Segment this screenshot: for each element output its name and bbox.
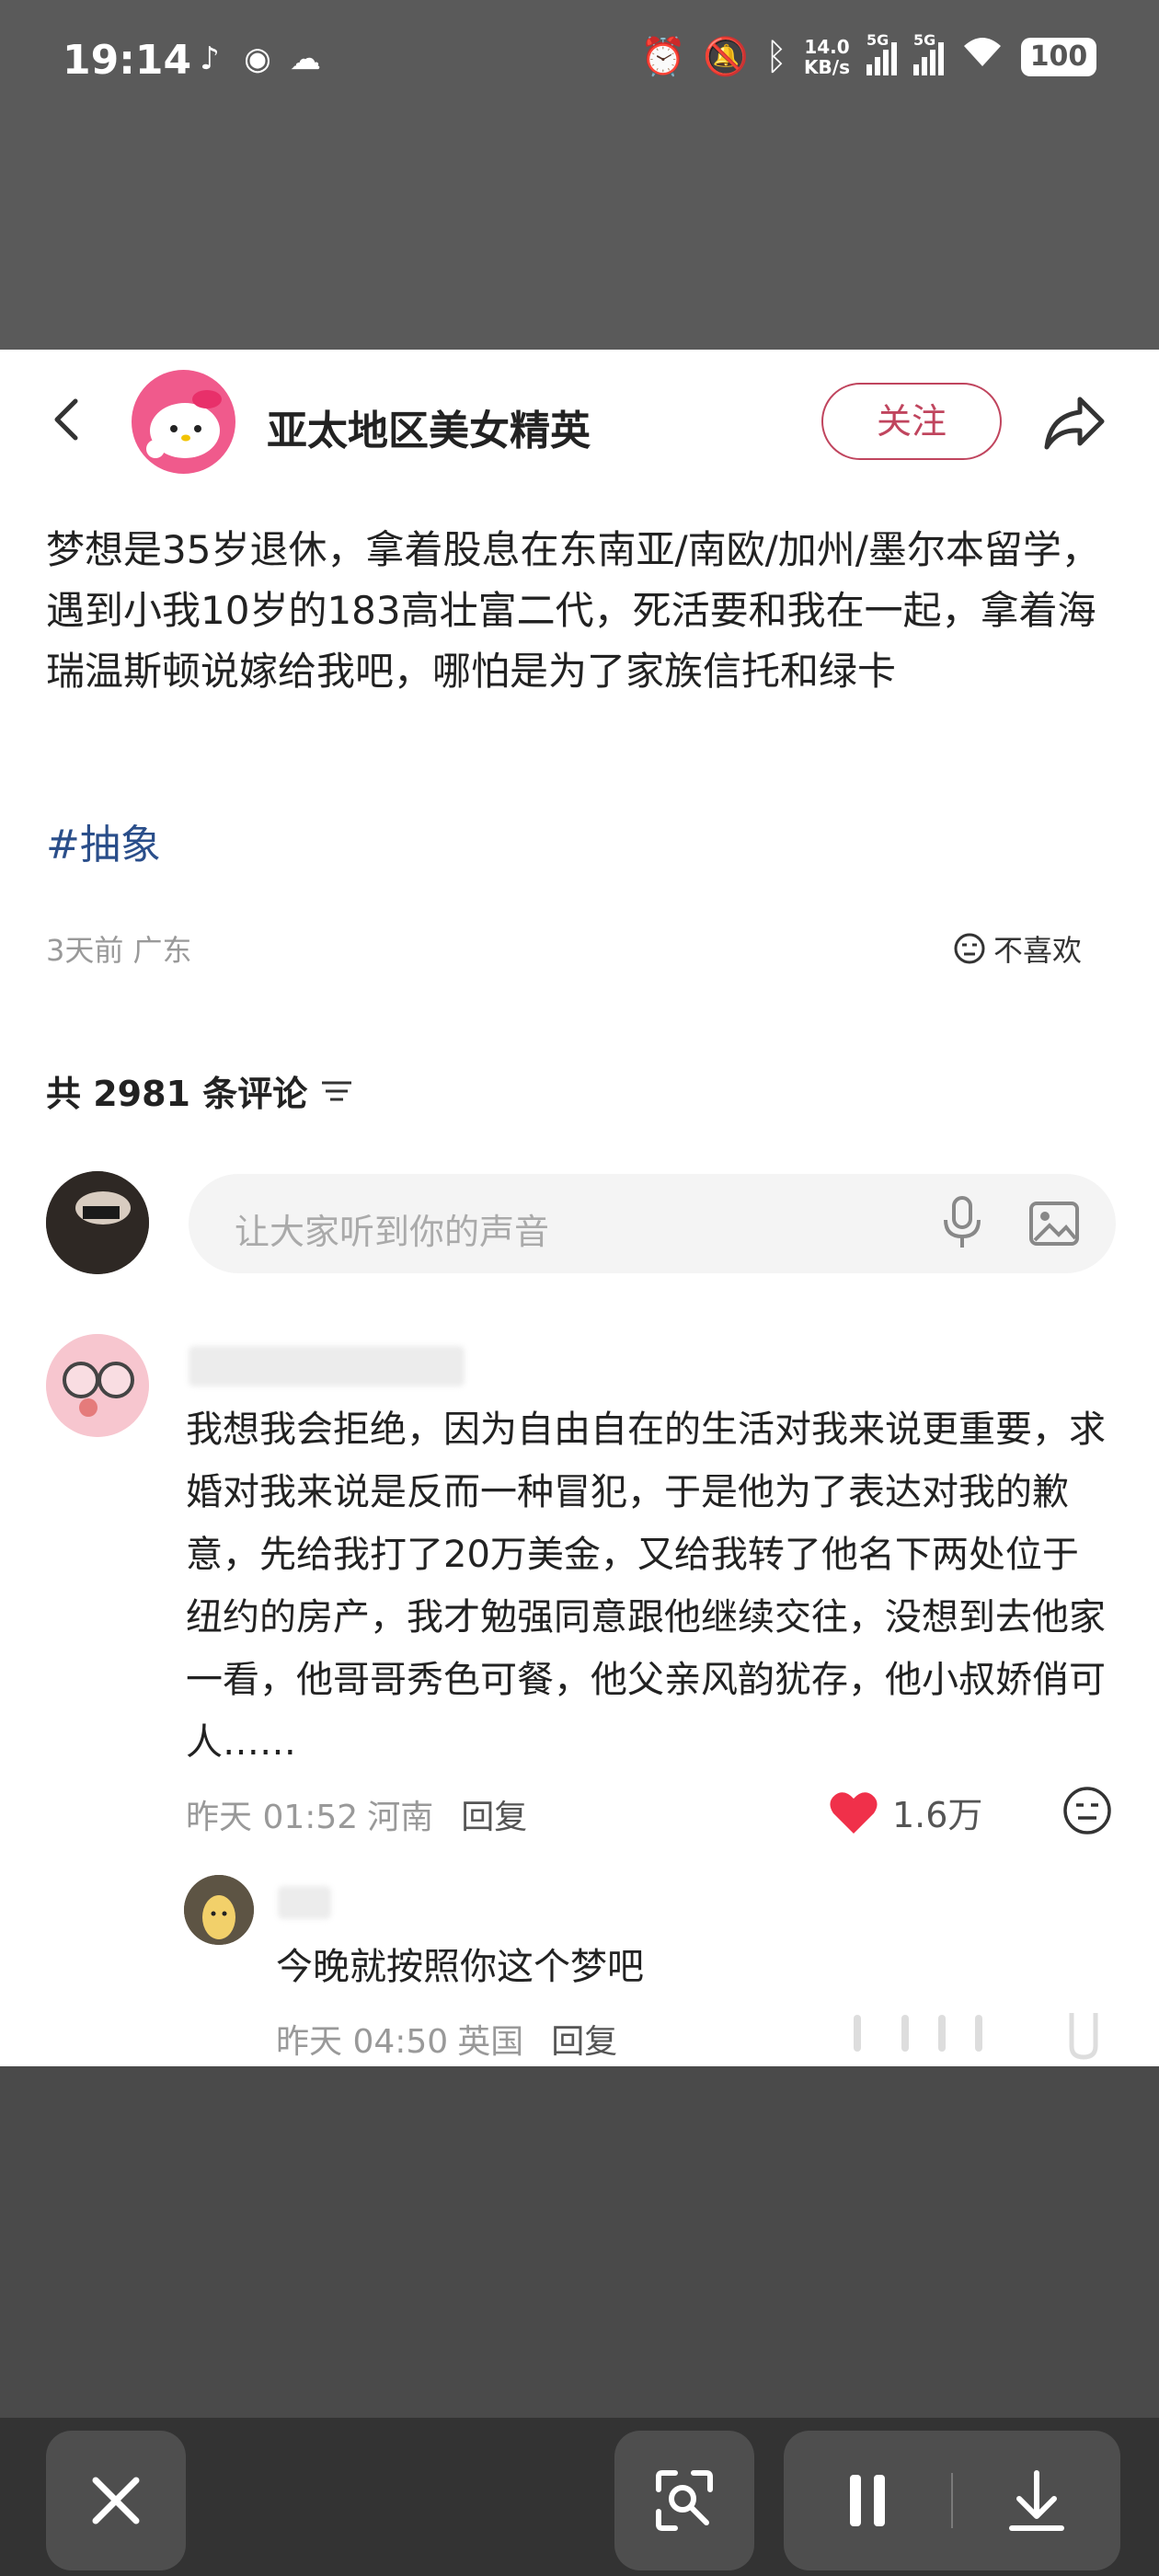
back-icon[interactable] — [44, 396, 92, 443]
net-speed-value: 14.0 — [804, 35, 850, 58]
close-icon — [92, 2477, 140, 2524]
pause-button[interactable] — [784, 2431, 951, 2570]
signal-icon: 5G — [913, 31, 944, 75]
net-speed-unit: KB/s — [804, 55, 850, 78]
heart-icon — [830, 1791, 878, 1834]
download-icon — [1009, 2470, 1064, 2531]
like-count: 1.6万 — [892, 1795, 983, 1835]
net-speed: 14.0 KB/s — [804, 37, 850, 77]
close-button[interactable] — [46, 2431, 186, 2570]
reply-location: 英国 — [457, 2023, 524, 2061]
status-app-icons: ♪ ◉ ☁ — [191, 40, 324, 77]
unhappy-face-icon[interactable] — [1061, 1785, 1113, 1836]
comments-header[interactable]: 共 2981 条评论 — [46, 1065, 353, 1116]
record-controls — [784, 2431, 1120, 2570]
scan-button[interactable] — [614, 2431, 754, 2570]
signal-label: 5G — [913, 30, 936, 49]
bluetooth-icon: ᛒ — [765, 35, 788, 78]
post-meta: 3天前 广东 — [46, 933, 192, 968]
wechat-icon: ☁ — [290, 40, 321, 77]
comment-time: 昨天 01:52 — [186, 1799, 359, 1836]
status-indicators: ⏰ 🔕 ᛒ 14.0 KB/s 5G 5G 100 — [640, 31, 1096, 80]
pause-icon — [850, 2475, 885, 2526]
partially-hidden-icons — [854, 2013, 1098, 2060]
tiktok-icon: ♪ — [200, 40, 220, 77]
download-button[interactable] — [953, 2431, 1120, 2570]
my-avatar — [46, 1171, 149, 1274]
signal-label: 5G — [866, 30, 889, 49]
reply-button[interactable]: 回复 — [551, 2015, 617, 2063]
comment-meta: 昨天 01:52 河南 回复 — [186, 1790, 527, 1838]
comment-input-placeholder: 让大家听到你的声音 — [235, 1212, 550, 1252]
author-name[interactable]: 亚太地区美女精英 — [267, 397, 591, 456]
follow-button[interactable]: 关注 — [821, 383, 1002, 460]
battery-indicator: 100 — [1021, 37, 1096, 76]
comment-location: 河南 — [367, 1799, 434, 1836]
post-text: 梦想是35岁退休，拿着股息在东南亚/南欧/加州/墨尔本留学，遇到小我10岁的18… — [46, 527, 1100, 694]
like-button[interactable]: 1.6万 — [828, 1787, 982, 1837]
share-icon[interactable] — [1039, 390, 1109, 454]
post-panel: 亚太地区美女精英 关注 梦想是35岁退休，拿着股息在东南亚/南欧/加州/墨尔本留… — [0, 350, 1159, 2066]
dislike-button[interactable]: 不喜欢 — [953, 927, 1082, 970]
scan-icon — [656, 2470, 713, 2531]
status-time: 19:14 — [63, 37, 192, 84]
comment-count: 共 2981 条评论 — [46, 1074, 308, 1114]
wifi-icon — [960, 33, 1004, 80]
reply-time: 昨天 04:50 — [276, 2023, 449, 2061]
reply-username-blurred — [278, 1886, 331, 1919]
reply-button[interactable]: 回复 — [461, 1790, 527, 1838]
alarm-icon: ⏰ — [640, 35, 687, 78]
reply-meta: 昨天 04:50 英国 回复 — [276, 2015, 617, 2063]
unhappy-face-icon — [954, 933, 985, 964]
mute-icon: 🔕 — [703, 35, 750, 78]
image-icon[interactable] — [1027, 1198, 1081, 1249]
reply-avatar[interactable] — [184, 1875, 254, 1945]
dislike-label: 不喜欢 — [993, 933, 1083, 968]
microphone-icon[interactable] — [936, 1194, 988, 1251]
signal-icon: 5G — [866, 31, 897, 75]
status-bar: 19:14 ♪ ◉ ☁ ⏰ 🔕 ᛒ 14.0 KB/s 5G 5G 100 — [0, 0, 1159, 129]
weibo-icon: ◉ — [244, 40, 271, 77]
comment-input[interactable]: 让大家听到你的声音 — [189, 1174, 1116, 1273]
comment-avatar[interactable] — [46, 1334, 149, 1437]
hashtag-link[interactable]: #抽象 — [46, 811, 161, 870]
sort-icon — [322, 1081, 352, 1100]
reply-text: 今晚就按照你这个梦吧 — [276, 1946, 644, 1988]
comment-username-blurred — [189, 1346, 465, 1386]
author-avatar[interactable] — [132, 370, 235, 474]
comment-text: 我想我会拒绝，因为自由自在的生活对我来说更重要，求婚对我来说是反而一种冒犯，于是… — [186, 1409, 1106, 1764]
